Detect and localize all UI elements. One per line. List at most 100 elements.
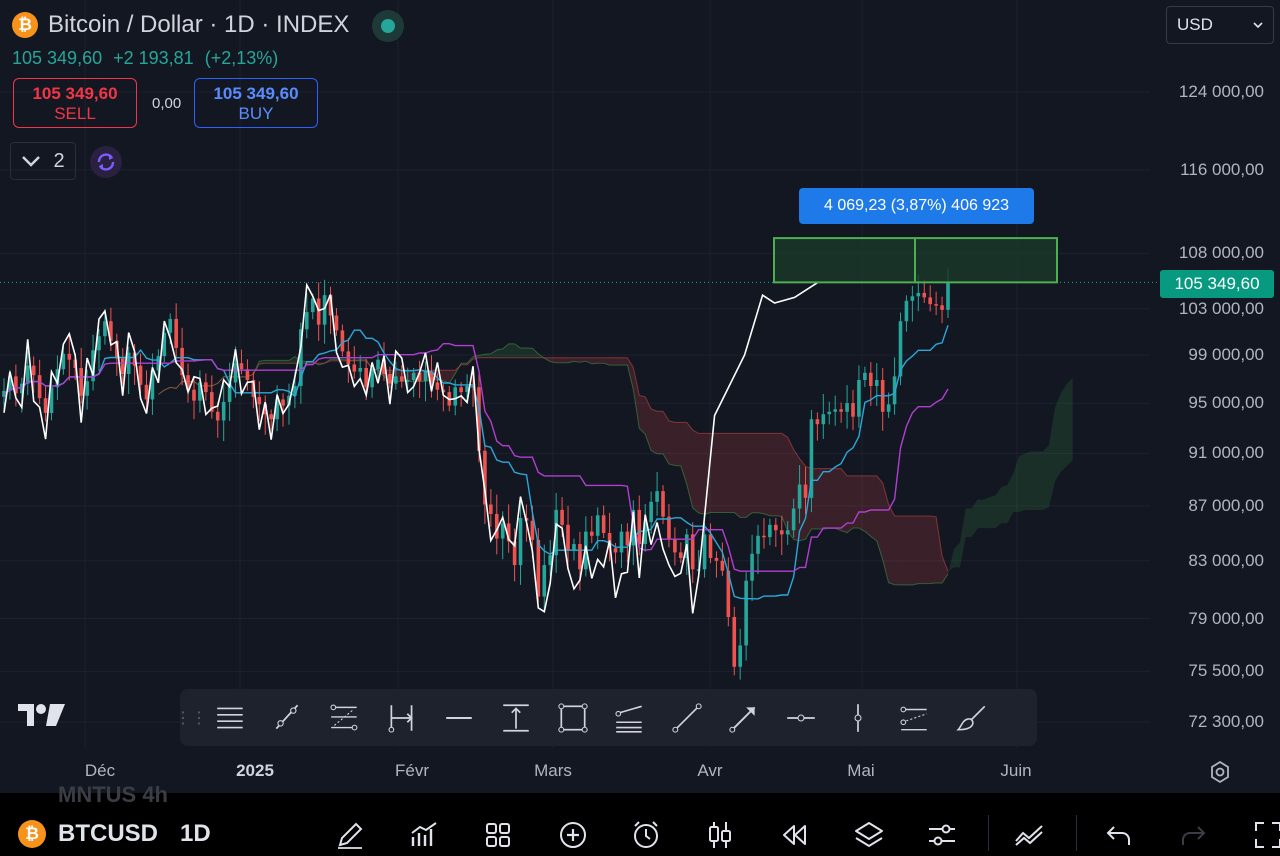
cloud-segment: [1007, 473, 1014, 524]
buy-label: BUY: [238, 104, 274, 123]
add-icon[interactable]: [553, 815, 593, 855]
candle-body: [667, 516, 671, 539]
cloud-segment: [1031, 451, 1038, 511]
price-tick-label: 95 000,00: [1188, 393, 1264, 413]
measure-box: [773, 237, 1058, 284]
line-icon[interactable]: [658, 689, 715, 746]
regression-icon[interactable]: [886, 689, 943, 746]
candle-body: [572, 544, 576, 550]
horizontal-lines-icon[interactable]: [202, 689, 259, 746]
candle-body: [768, 524, 772, 538]
candle-body: [138, 365, 143, 385]
fullscreen-icon[interactable]: [1248, 815, 1280, 855]
candle-body: [453, 387, 458, 406]
indicator-legend-toggle[interactable]: 2: [10, 142, 76, 180]
date-range-icon[interactable]: [373, 689, 430, 746]
arrow-icon[interactable]: [715, 689, 772, 746]
rectangle-icon[interactable]: [544, 689, 601, 746]
candle-body: [103, 321, 107, 337]
candle-body: [857, 379, 861, 417]
horizontal-ray-icon[interactable]: [430, 689, 487, 746]
symbol-title[interactable]: Bitcoin / Dollar · 1D · INDEX: [48, 11, 349, 39]
candle-body: [874, 379, 879, 387]
candle-body: [67, 353, 72, 360]
cloud-segment: [876, 475, 883, 560]
cloud-segment: [615, 357, 622, 366]
cloud-segment: [758, 433, 764, 514]
cloud-segment: [894, 516, 901, 585]
price-range-icon[interactable]: [487, 689, 544, 746]
cloud-segment: [490, 349, 497, 358]
fib-icon[interactable]: [316, 689, 373, 746]
cloud-segment: [657, 411, 664, 454]
candle-body: [702, 534, 707, 570]
cloud-segment: [1066, 378, 1073, 467]
axis-settings-icon[interactable]: [1208, 760, 1232, 784]
candle-body: [928, 297, 932, 305]
drawing-toolbar: ⋮⋮: [175, 689, 1037, 746]
price-tick-label: 79 000,00: [1188, 608, 1264, 628]
drag-handle-icon[interactable]: ⋮⋮: [175, 689, 207, 746]
layouts-icon[interactable]: [478, 815, 518, 855]
horizontal-line-icon[interactable]: [772, 689, 829, 746]
candle-body: [851, 403, 855, 417]
candle-body: [916, 292, 921, 297]
undo-icon[interactable]: [1098, 815, 1138, 855]
candle-body: [601, 515, 606, 534]
sell-button[interactable]: 105 349,60 SELL: [13, 78, 137, 128]
candle-body: [560, 509, 564, 525]
cloud-segment: [1042, 445, 1049, 511]
market-status-icon[interactable]: [372, 10, 404, 42]
bitcoin-icon[interactable]: ₿: [18, 820, 46, 848]
price-summary: 105 349,60 +2 193,81 (+2,13%): [12, 48, 284, 69]
cloud-segment: [1054, 393, 1061, 482]
cloud-segment: [888, 504, 895, 585]
layers-icon[interactable]: [849, 815, 889, 855]
candles-icon[interactable]: [700, 815, 740, 855]
sync-icon[interactable]: [90, 146, 122, 178]
pen-icon[interactable]: [330, 815, 370, 855]
price-tick-label: 124 000,00: [1178, 82, 1264, 101]
cloud-segment: [959, 508, 966, 568]
cloud-segment: [639, 395, 646, 435]
parallel-channel-icon[interactable]: [601, 689, 658, 746]
candle-body: [192, 389, 196, 401]
price-tick-label: 99 000,00: [1188, 344, 1264, 364]
candle-body: [204, 382, 208, 393]
candle-body: [934, 304, 938, 306]
alert-icon[interactable]: [626, 815, 666, 855]
candle-body: [399, 376, 404, 382]
price-tick-label: 87 000,00: [1188, 495, 1264, 515]
symbol-button[interactable]: BTCUSD: [58, 820, 158, 848]
indicators-icon[interactable]: [404, 815, 444, 855]
currency-select[interactable]: USD: [1166, 6, 1274, 44]
trend-line-icon[interactable]: [259, 689, 316, 746]
replay-icon[interactable]: [774, 815, 814, 855]
redo-icon[interactable]: [1174, 815, 1214, 855]
candle-body: [257, 396, 262, 405]
buy-button[interactable]: 105 349,60 BUY: [194, 78, 318, 128]
scrolling-symbol-text: MNTUS 4h: [58, 782, 168, 807]
chart-grid: [0, 0, 1150, 748]
compare-icon[interactable]: [1009, 815, 1049, 855]
candle-body: [762, 535, 766, 538]
chevron-down-icon: [22, 156, 41, 167]
candle-body: [661, 491, 665, 517]
cloud-segment: [1001, 484, 1008, 524]
cloud-segment: [847, 475, 854, 533]
brush-icon[interactable]: [943, 689, 1000, 746]
timeframe-button[interactable]: 1D: [180, 820, 211, 848]
cloud-segment: [781, 433, 788, 532]
vertical-line-icon[interactable]: [829, 689, 886, 746]
sell-price: 105 349,60: [32, 84, 118, 103]
candle-body: [779, 530, 784, 535]
cloud-segment: [829, 468, 836, 529]
candle-body: [500, 523, 505, 539]
settings-icon[interactable]: [922, 815, 962, 855]
cloud-segment: [948, 549, 954, 574]
cloud-segment: [858, 475, 865, 532]
cloud-segment: [882, 482, 889, 583]
candle-body: [946, 282, 950, 310]
price-change-pct: (+2,13%): [204, 48, 279, 68]
cloud-segment: [556, 357, 563, 363]
